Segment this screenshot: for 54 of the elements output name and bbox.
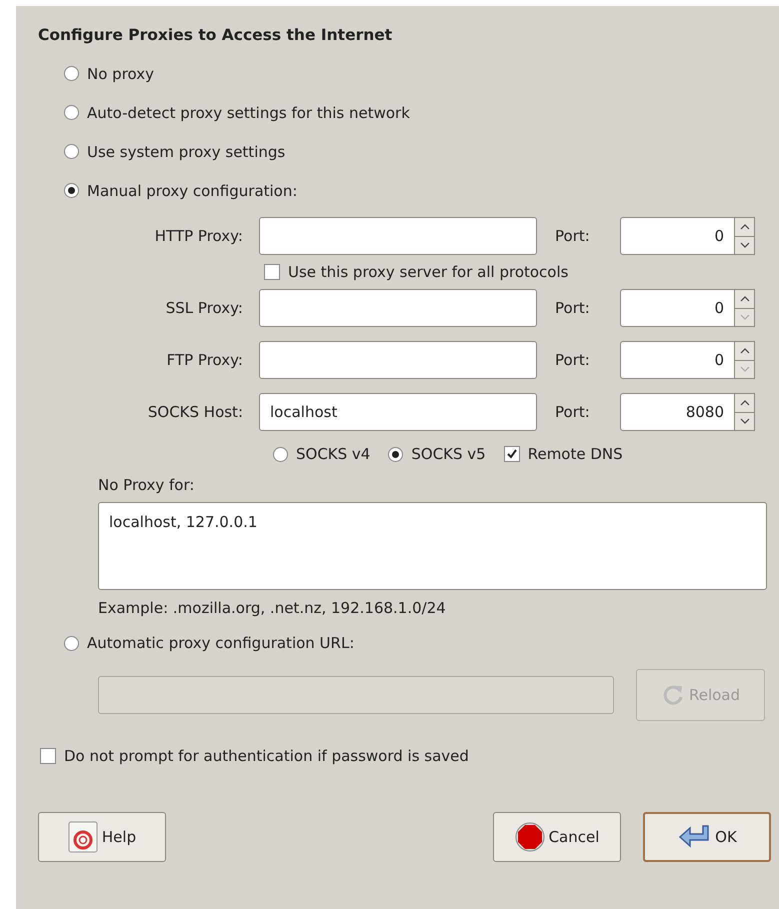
- radio-label: No proxy: [87, 64, 154, 82]
- radio-label: SOCKS v4: [296, 445, 370, 463]
- input-field[interactable]: localhost: [259, 393, 537, 431]
- checkbox[interactable]: [40, 748, 56, 764]
- port-field[interactable]: 8080: [620, 393, 735, 431]
- stop-icon: [514, 822, 545, 852]
- spin-down-button[interactable]: [735, 412, 755, 431]
- field-label: Port:: [555, 299, 591, 317]
- ok-button[interactable]: OK: [643, 812, 771, 862]
- input-field[interactable]: [259, 341, 537, 379]
- checkbox-label: Remote DNS: [528, 445, 623, 463]
- checkbox-label: Do not prompt for authentication if password is saved: [64, 747, 469, 765]
- input-field[interactable]: [259, 289, 537, 327]
- field-label: Port:: [555, 403, 591, 421]
- field-label: HTTP Proxy:: [154, 227, 243, 245]
- return-arrow-icon: [677, 824, 712, 850]
- text-area[interactable]: localhost, 127.0.0.1: [98, 502, 767, 590]
- field-label: SSL Proxy:: [164, 299, 243, 317]
- port-field[interactable]: 0: [620, 217, 735, 255]
- spin-up-button[interactable]: [735, 289, 755, 308]
- radio-label: SOCKS v5: [411, 445, 486, 463]
- field-label: Port:: [555, 351, 591, 369]
- spin-up-button[interactable]: [735, 217, 755, 236]
- radio-label: Auto-detect proxy settings for this network: [87, 104, 410, 122]
- field-label: FTP Proxy:: [166, 351, 243, 369]
- dialog-title: Configure Proxies to Access the Internet: [38, 26, 394, 46]
- cancel-button[interactable]: Cancel: [493, 812, 621, 862]
- lifebuoy-icon: [68, 821, 98, 853]
- radio-button[interactable]: [388, 446, 404, 462]
- port-field[interactable]: 0: [620, 341, 735, 379]
- port-field[interactable]: 0: [620, 289, 735, 327]
- checkbox[interactable]: [264, 264, 280, 280]
- spin-up-button[interactable]: [735, 393, 755, 412]
- field-label: Port:: [555, 227, 591, 245]
- hint-text: Example: .mozilla.org, .net.nz, 192.168.1.0/24: [97, 599, 447, 619]
- spin-up-button[interactable]: [735, 341, 755, 360]
- reload-icon: [660, 683, 685, 707]
- radio-button[interactable]: [64, 66, 79, 81]
- field-label: SOCKS Host:: [146, 403, 243, 421]
- radio-label: Manual proxy configuration:: [87, 182, 298, 200]
- field-label: No Proxy for:: [97, 476, 196, 496]
- spin-down-button[interactable]: [735, 308, 755, 327]
- checkbox-label: Use this proxy server for all protocols: [288, 263, 568, 281]
- checkbox[interactable]: [504, 446, 520, 462]
- input-field[interactable]: [259, 217, 537, 255]
- help-button[interactable]: Help: [38, 812, 166, 862]
- radio-button[interactable]: [64, 144, 79, 159]
- radio-button[interactable]: [64, 183, 79, 198]
- spin-down-button[interactable]: [735, 360, 755, 379]
- radio-button[interactable]: [273, 446, 288, 462]
- radio-label: Use system proxy settings: [87, 142, 286, 160]
- radio-button[interactable]: [64, 105, 79, 120]
- radio-label: Automatic proxy configuration URL:: [87, 634, 354, 652]
- spin-down-button[interactable]: [735, 236, 755, 255]
